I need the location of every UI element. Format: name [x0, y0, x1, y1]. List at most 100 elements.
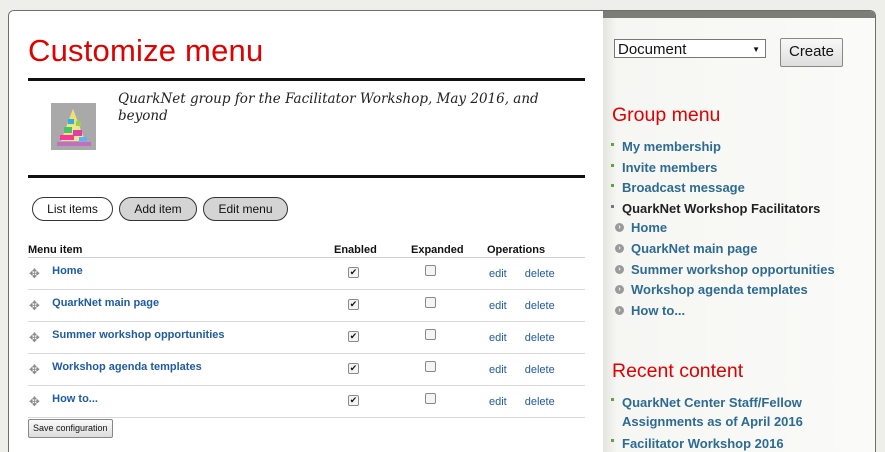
- delete-link[interactable]: delete: [525, 268, 555, 280]
- table-row: ✥ Home ✔ edit delete: [28, 257, 585, 290]
- expanded-checkbox[interactable]: [425, 392, 436, 404]
- table-row: ✥ How to... ✔ edit delete: [28, 385, 585, 418]
- group-menu-title: Group menu: [612, 104, 721, 126]
- header-divider: [28, 175, 585, 178]
- delete-link[interactable]: delete: [525, 364, 555, 376]
- checkmark-icon: ✔: [349, 330, 358, 341]
- table-row: ✥ Summer workshop opportunities ✔ edit de…: [28, 321, 585, 354]
- select-value: Document: [618, 41, 687, 58]
- menu-item-link[interactable]: Workshop agenda templates: [52, 361, 202, 373]
- title-divider: [28, 78, 585, 81]
- list-item: Invite members: [611, 159, 820, 180]
- content-type-select[interactable]: Document ▼: [614, 39, 766, 58]
- enabled-checkbox[interactable]: ✔: [348, 330, 359, 342]
- list-item: Broadcast message: [611, 179, 820, 200]
- checkmark-icon: ✔: [349, 362, 358, 373]
- create-button[interactable]: Create: [780, 38, 843, 67]
- chevron-right-circle-icon: ›: [615, 285, 624, 295]
- edit-link[interactable]: edit: [489, 268, 507, 280]
- edit-link[interactable]: edit: [489, 396, 507, 408]
- frame-top-bar: [603, 11, 875, 18]
- list-item: › How to...: [611, 302, 835, 323]
- tab-add-item[interactable]: Add item: [119, 197, 197, 221]
- chevron-right-circle-icon: ›: [615, 223, 624, 232]
- group-menu-list: My membership Invite members Broadcast m…: [611, 138, 820, 220]
- expanded-checkbox[interactable]: [425, 360, 436, 372]
- list-item: › Workshop agenda templates: [611, 281, 835, 302]
- menu-item-link[interactable]: Summer workshop opportunities: [52, 329, 224, 341]
- recent-content-link[interactable]: QuarkNet Center Staff/Fellow Assignments…: [622, 395, 803, 429]
- col-header-menu-item: Menu item: [28, 243, 334, 258]
- menu-item-link[interactable]: QuarkNet main page: [52, 297, 159, 309]
- group-logo-image: [51, 103, 96, 150]
- checkmark-icon: ✔: [349, 266, 358, 277]
- delete-link[interactable]: delete: [525, 396, 555, 408]
- menu-item-link[interactable]: How to...: [52, 393, 98, 405]
- group-menu-link-invite-members[interactable]: Invite members: [622, 160, 717, 175]
- delete-link[interactable]: delete: [525, 300, 555, 312]
- table-row: ✥ QuarkNet main page ✔ edit delete: [28, 289, 585, 322]
- tab-edit-menu[interactable]: Edit menu: [203, 197, 288, 221]
- chevron-right-circle-icon: ›: [615, 264, 624, 274]
- main-content: Customize menu QuarkNet group for the Fa…: [9, 11, 603, 452]
- drag-handle-icon[interactable]: ✥: [28, 266, 40, 281]
- list-item: QuarkNet Center Staff/Fellow Assignments…: [611, 393, 827, 431]
- list-item: Facilitator Workshop 2016: [611, 434, 827, 452]
- delete-link[interactable]: delete: [525, 332, 555, 344]
- submenu-link-home[interactable]: Home: [631, 220, 667, 235]
- edit-link[interactable]: edit: [489, 300, 507, 312]
- square-bullet-icon: [611, 204, 614, 208]
- square-bullet-icon: [611, 398, 614, 401]
- expanded-checkbox[interactable]: [425, 264, 436, 276]
- list-item: › Home: [611, 219, 835, 240]
- menu-items-table: Menu item Enabled Expanded Operations ✥ …: [28, 243, 585, 418]
- group-menu-link-my-membership[interactable]: My membership: [622, 139, 721, 154]
- group-description: QuarkNet group for the Facilitator Works…: [118, 91, 539, 124]
- square-bullet-icon: [611, 184, 614, 187]
- square-bullet-icon: [611, 439, 614, 442]
- current-group-label[interactable]: QuarkNet Workshop Facilitators: [622, 201, 820, 216]
- menu-item-link[interactable]: Home: [52, 265, 83, 277]
- page-title: Customize menu: [28, 33, 264, 68]
- recent-content-link[interactable]: Facilitator Workshop 2016: [622, 436, 784, 451]
- edit-link[interactable]: edit: [489, 364, 507, 376]
- save-configuration-button[interactable]: Save configuration: [28, 419, 113, 438]
- square-bullet-icon: [611, 163, 614, 167]
- expanded-checkbox[interactable]: [425, 296, 436, 308]
- chevron-right-circle-icon: ›: [615, 306, 624, 316]
- enabled-checkbox[interactable]: ✔: [348, 266, 359, 278]
- edit-link[interactable]: edit: [489, 332, 507, 344]
- browser-content-frame: Customize menu QuarkNet group for the Fa…: [8, 10, 876, 452]
- recent-content-title: Recent content: [612, 360, 744, 382]
- enabled-checkbox[interactable]: ✔: [348, 394, 359, 406]
- list-item: QuarkNet Workshop Facilitators: [611, 200, 820, 221]
- drag-handle-icon[interactable]: ✥: [28, 394, 40, 409]
- submenu-link-quarknet-main-page[interactable]: QuarkNet main page: [631, 241, 757, 256]
- checkmark-icon: ✔: [349, 394, 358, 405]
- group-menu-link-broadcast-message[interactable]: Broadcast message: [622, 180, 745, 195]
- table-row: ✥ Workshop agenda templates ✔ edit delete: [28, 353, 585, 386]
- enabled-checkbox[interactable]: ✔: [348, 298, 359, 310]
- drag-handle-icon[interactable]: ✥: [28, 330, 40, 345]
- enabled-checkbox[interactable]: ✔: [348, 362, 359, 374]
- sidebar: Document ▼ Create Group menu My membersh…: [603, 18, 875, 452]
- chevron-right-circle-icon: ›: [615, 243, 624, 253]
- col-header-enabled: Enabled: [334, 243, 411, 258]
- list-item: My membership: [611, 138, 820, 159]
- group-submenu-list: › Home › QuarkNet main page › Summer worksh…: [611, 219, 835, 323]
- list-item: › QuarkNet main page: [611, 240, 835, 261]
- drag-handle-icon[interactable]: ✥: [28, 362, 40, 377]
- table-header-row: Menu item Enabled Expanded Operations: [28, 243, 585, 258]
- tab-list-items[interactable]: List items: [32, 197, 113, 221]
- drag-handle-icon[interactable]: ✥: [28, 298, 40, 313]
- dropdown-arrow-icon: ▼: [752, 45, 760, 54]
- checkmark-icon: ✔: [349, 298, 358, 309]
- submenu-link-summer-workshop[interactable]: Summer workshop opportunities: [631, 262, 835, 277]
- recent-content-list: QuarkNet Center Staff/Fellow Assignments…: [611, 393, 827, 452]
- square-bullet-icon: [611, 143, 614, 146]
- expanded-checkbox[interactable]: [425, 328, 436, 340]
- submenu-link-agenda-templates[interactable]: Workshop agenda templates: [631, 282, 808, 297]
- submenu-link-how-to[interactable]: How to...: [631, 303, 685, 318]
- col-header-expanded: Expanded: [411, 243, 487, 258]
- col-header-operations: Operations: [487, 243, 585, 258]
